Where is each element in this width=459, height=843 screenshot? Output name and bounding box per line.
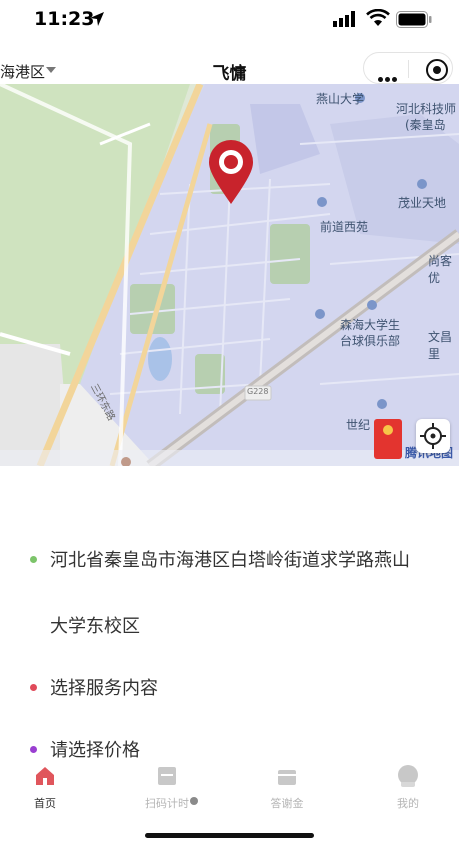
home-icon [36,767,54,785]
map-label-shangke: 尚客优 [428,254,453,285]
miniprogram-capsule [363,52,453,84]
price-dot [30,746,37,753]
map-canvas[interactable] [0,84,459,466]
close-miniprogram-icon[interactable] [426,59,448,81]
map-label-billiards: 台球俱乐部 [340,334,401,348]
signal-icon [333,11,355,27]
map-label-qiandao: 前道西苑 [320,220,369,234]
map-view[interactable]: 燕山大学 河北科技师 (秦皇岛 茂业天地 前道西苑 尚客优 森海大学生 台球俱乐… [0,84,459,466]
tab-gift[interactable]: 答谢金 [242,760,332,811]
map-label-maoye: 茂业天地 [398,196,447,210]
locate-button[interactable] [416,419,450,453]
status-time: 11:23 [34,8,95,30]
price-select[interactable]: 请选择价格 [50,736,140,762]
map-label-senhai: 森海大学生 [340,318,401,332]
nav-header: 海港区 飞慵 [0,40,459,84]
profile-icon [398,765,418,787]
capsule-divider [408,60,409,78]
status-bar: 11:23 [0,0,459,40]
map-label-wenchang: 文昌里 [428,330,453,361]
scan-indicator-dot [190,797,198,805]
tab-bar: 首页 扫码计时 答谢金 我的 [0,760,459,820]
location-arrow-icon [90,12,104,26]
service-select[interactable]: 选择服务内容 [50,674,158,700]
service-dot [30,684,37,691]
address-line-1: 河北省秦皇岛市海港区白塔岭街道求学路燕山 [50,550,410,571]
map-label-yanshan-univ: 燕山大学 [316,92,365,106]
map-label-shiji: 世纪 [346,418,371,432]
tab-label: 我的 [397,797,419,810]
tab-label: 扫码计时 [145,797,189,810]
order-form: 河北省秦皇岛市海港区白塔岭街道求学路燕山 大学东校区 选择服务内容 请选择价格 [0,466,459,766]
crosshair-icon [420,423,446,449]
map-label-qinhuangdao: (秦皇岛 [405,118,446,132]
road-badge: G228 [247,387,269,396]
tab-label: 答谢金 [270,797,304,810]
battery-icon [396,11,432,28]
address-line-2: 大学东校区 [50,616,140,637]
home-indicator [145,833,314,838]
address-dot [30,556,37,563]
tab-home[interactable]: 首页 [0,760,90,811]
scan-icon [158,767,176,785]
tab-profile[interactable]: 我的 [363,760,453,811]
gift-icon [278,770,296,785]
map-label-hebei-tech: 河北科技师 [396,102,457,116]
red-packet-icon[interactable] [374,419,402,459]
tab-scan-timer[interactable]: 扫码计时 [122,760,212,811]
tab-label: 首页 [34,797,56,810]
wifi-icon [366,9,390,26]
